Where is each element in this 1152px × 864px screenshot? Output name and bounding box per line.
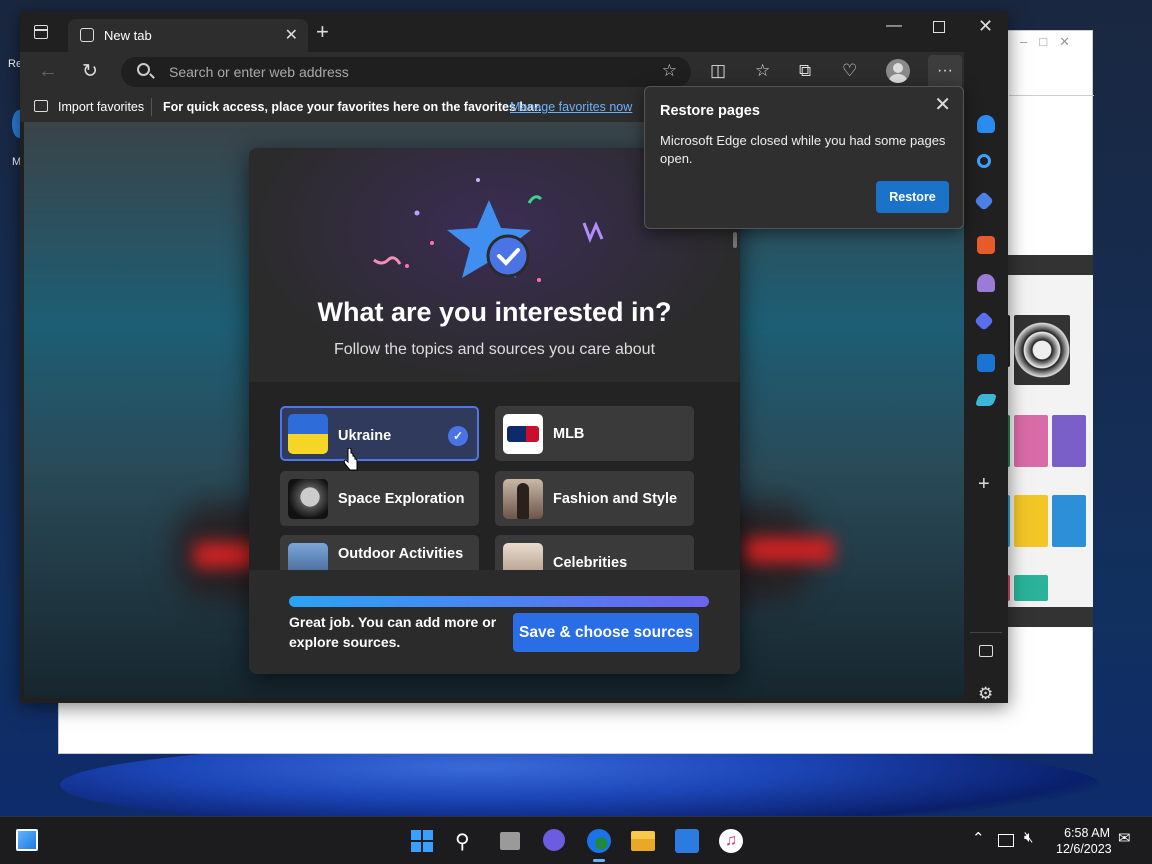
notifications-bell-icon[interactable]	[977, 115, 995, 133]
topic-label: Fashion and Style	[553, 490, 678, 507]
address-bar[interactable]: Search or enter web address ☆	[121, 57, 691, 87]
favorites-icon[interactable]: ☆	[755, 62, 770, 80]
taskbar: ⚲ ♫ ⌃ 🔇︎ 6:58 AM 12/6/2023 ✉	[0, 816, 1152, 864]
outlook-icon[interactable]	[977, 354, 995, 372]
tools-icon[interactable]	[977, 236, 995, 254]
tab-title: New tab	[104, 28, 152, 43]
topic-card-celebrities[interactable]: Celebrities	[495, 535, 694, 570]
drop-send-icon[interactable]	[974, 394, 998, 406]
task-view-icon[interactable]	[500, 832, 520, 850]
dialog-heading: What are you interested in?	[317, 297, 672, 327]
search-sidebar-icon[interactable]	[977, 154, 991, 168]
itunes-icon[interactable]: ♫	[719, 829, 743, 853]
show-hidden-icons-chevron-icon[interactable]: ⌃	[972, 829, 985, 847]
back-arrow-icon[interactable]: ←	[38, 60, 58, 83]
import-favorites-icon	[34, 100, 48, 112]
minimize-icon[interactable]: —	[886, 17, 902, 35]
topic-card-mlb[interactable]: MLB	[495, 406, 694, 461]
taskbar-search-icon[interactable]: ⚲	[455, 829, 479, 853]
favorites-bar-divider	[151, 98, 152, 116]
profile-avatar[interactable]	[886, 59, 910, 83]
progress-message: Great job. You can add more or explore s…	[289, 614, 497, 650]
clock-time: 6:58 AM	[1064, 826, 1110, 840]
system-clock[interactable]: 6:58 AM 12/6/2023	[1056, 825, 1112, 857]
add-favorite-star-icon[interactable]: ☆	[662, 61, 677, 81]
edge-sidebar: + ⚙	[964, 52, 1008, 703]
split-screen-icon[interactable]: ◫	[710, 62, 726, 80]
new-tab-plus-icon[interactable]: +	[316, 19, 329, 45]
close-tab-icon[interactable]: ✕	[285, 25, 298, 45]
add-sidebar-app-icon[interactable]: +	[978, 473, 990, 496]
browser-essentials-icon[interactable]: ♡	[842, 62, 857, 80]
progress-bar	[289, 596, 709, 607]
shopping-tag-icon[interactable]	[974, 191, 994, 211]
topic-card-outdoor-activities[interactable]: Outdoor Activities	[280, 535, 479, 570]
mouse-cursor-icon	[343, 448, 358, 471]
notification-center-icon[interactable]: ✉	[1118, 829, 1131, 847]
sidebar-settings-gear-icon[interactable]: ⚙	[978, 684, 996, 703]
favorites-bar-message: For quick access, place your favorites h…	[163, 100, 542, 114]
close-popup-icon[interactable]: ✕	[934, 92, 951, 117]
topic-card-ukraine[interactable]: Ukraine ✓	[280, 406, 479, 461]
refresh-icon[interactable]: ↻	[82, 60, 98, 83]
games-icon[interactable]	[977, 274, 995, 292]
restore-pages-popup: Restore pages ✕ Microsoft Edge closed wh…	[644, 86, 964, 229]
microsoft-365-icon[interactable]	[974, 311, 994, 331]
close-window-icon[interactable]: ✕	[978, 16, 993, 37]
topic-label: Space Exploration	[338, 490, 465, 507]
collections-icon[interactable]: ⧉	[799, 62, 811, 80]
manage-favorites-link[interactable]: Manage favorites now	[510, 100, 632, 114]
new-tab-favicon-icon	[80, 28, 94, 42]
network-icon[interactable]	[998, 834, 1014, 847]
mlb-logo-icon	[503, 414, 543, 454]
background-divider	[1009, 95, 1094, 96]
widgets-icon[interactable]	[16, 829, 38, 851]
settings-and-more-icon[interactable]: ···	[928, 55, 962, 89]
fashion-thumbnail	[503, 479, 543, 519]
address-placeholder: Search or enter web address	[169, 64, 349, 80]
search-icon	[137, 63, 150, 76]
dialog-subheading: Follow the topics and sources you care a…	[333, 341, 656, 358]
topic-card-fashion-and-style[interactable]: Fashion and Style	[495, 471, 694, 526]
topic-label: Outdoor Activities	[338, 546, 464, 562]
tab-actions-icon[interactable]	[34, 25, 48, 39]
restore-pages-message: Microsoft Edge closed while you had some…	[660, 133, 946, 166]
moon-thumbnail	[288, 479, 328, 519]
outdoor-thumbnail	[288, 543, 328, 570]
restore-pages-title: Restore pages	[660, 103, 760, 119]
sidebar-divider	[970, 632, 1002, 633]
restore-button[interactable]: Restore	[876, 181, 949, 213]
edge-taskbar-icon[interactable]	[587, 829, 611, 853]
active-app-indicator	[593, 859, 605, 862]
hide-sidebar-icon[interactable]	[979, 645, 993, 657]
microsoft-store-icon[interactable]	[675, 829, 699, 853]
topics-grid: Ukraine ✓ MLB Space Exploration Fashion …	[249, 382, 740, 570]
save-and-choose-sources-button[interactable]: Save & choose sources	[513, 613, 699, 652]
file-explorer-icon[interactable]	[631, 831, 655, 851]
topic-label: Celebrities	[553, 554, 628, 571]
dialog-scrollbar[interactable]	[733, 232, 737, 248]
celebrities-thumbnail	[503, 543, 543, 570]
start-windows-icon[interactable]	[410, 829, 434, 853]
tab-new-tab[interactable]: New tab ✕	[68, 19, 308, 53]
topic-label: MLB	[553, 425, 585, 442]
selected-check-icon: ✓	[448, 426, 468, 446]
ukraine-flag-icon	[288, 414, 328, 454]
background-window-controls[interactable]: –□✕	[1020, 34, 1082, 50]
clock-date: 12/6/2023	[1056, 842, 1112, 856]
tab-bar: New tab ✕ + — ✕	[20, 11, 1008, 53]
maximize-icon[interactable]	[933, 21, 945, 33]
teams-chat-icon[interactable]	[543, 829, 565, 851]
topic-card-space-exploration[interactable]: Space Exploration	[280, 471, 479, 526]
import-favorites-button[interactable]: Import favorites	[58, 100, 144, 114]
volume-muted-icon[interactable]: 🔇︎	[1024, 829, 1033, 846]
